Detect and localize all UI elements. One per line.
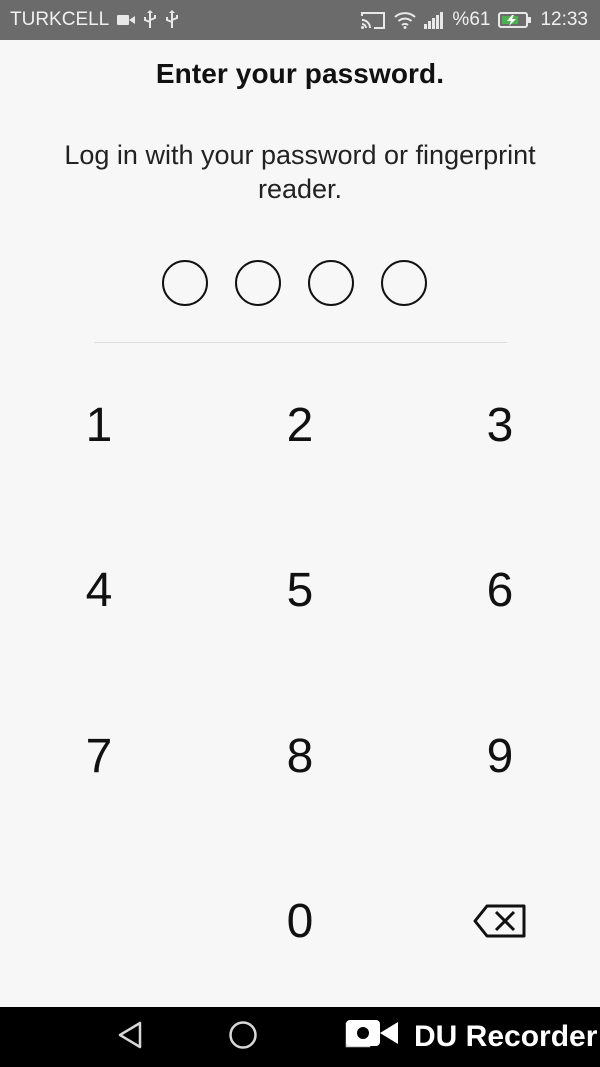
backspace-icon — [473, 903, 527, 939]
key-1[interactable]: 1 — [39, 380, 159, 470]
usb-icon — [143, 10, 157, 30]
usb-icon — [165, 10, 179, 30]
status-bar: TURKCELL %61 12:33 — [0, 0, 600, 40]
backspace-button[interactable] — [440, 876, 560, 966]
back-triangle-icon — [117, 1021, 143, 1054]
recorder-watermark: DU Recorder — [344, 1010, 597, 1064]
status-right: %61 12:33 — [360, 0, 588, 40]
battery-charging-icon — [498, 11, 532, 29]
pin-dot — [381, 260, 427, 306]
pin-dot — [308, 260, 354, 306]
key-4[interactable]: 4 — [39, 545, 159, 635]
wifi-icon — [394, 11, 417, 29]
cast-icon — [360, 10, 386, 30]
battery-percent: %61 — [452, 9, 491, 30]
instruction-text: Log in with your password or fingerprint… — [64, 140, 536, 204]
carrier-name: TURKCELL — [10, 9, 110, 30]
key-6[interactable]: 6 — [440, 545, 560, 635]
video-camera-icon — [117, 13, 136, 27]
key-8[interactable]: 8 — [240, 711, 360, 801]
home-circle-icon — [228, 1020, 258, 1055]
key-2[interactable]: 2 — [240, 380, 360, 470]
clock-time: 12:33 — [540, 9, 588, 30]
watermark-text: DU Recorder — [414, 1020, 598, 1053]
video-camera-icon — [344, 1016, 400, 1058]
key-5[interactable]: 5 — [240, 545, 360, 635]
signal-icon — [424, 11, 444, 29]
key-0[interactable]: 0 — [240, 876, 360, 966]
divider — [94, 342, 507, 343]
pin-indicator — [162, 260, 427, 306]
back-button[interactable] — [105, 1007, 155, 1067]
key-3[interactable]: 3 — [440, 380, 560, 470]
key-7[interactable]: 7 — [39, 711, 159, 801]
key-9[interactable]: 9 — [440, 711, 560, 801]
page-title: Enter your password. — [155, 58, 445, 89]
home-button[interactable] — [218, 1007, 268, 1067]
status-left: TURKCELL — [10, 0, 179, 40]
pin-dot — [162, 260, 208, 306]
pin-dot — [235, 260, 281, 306]
